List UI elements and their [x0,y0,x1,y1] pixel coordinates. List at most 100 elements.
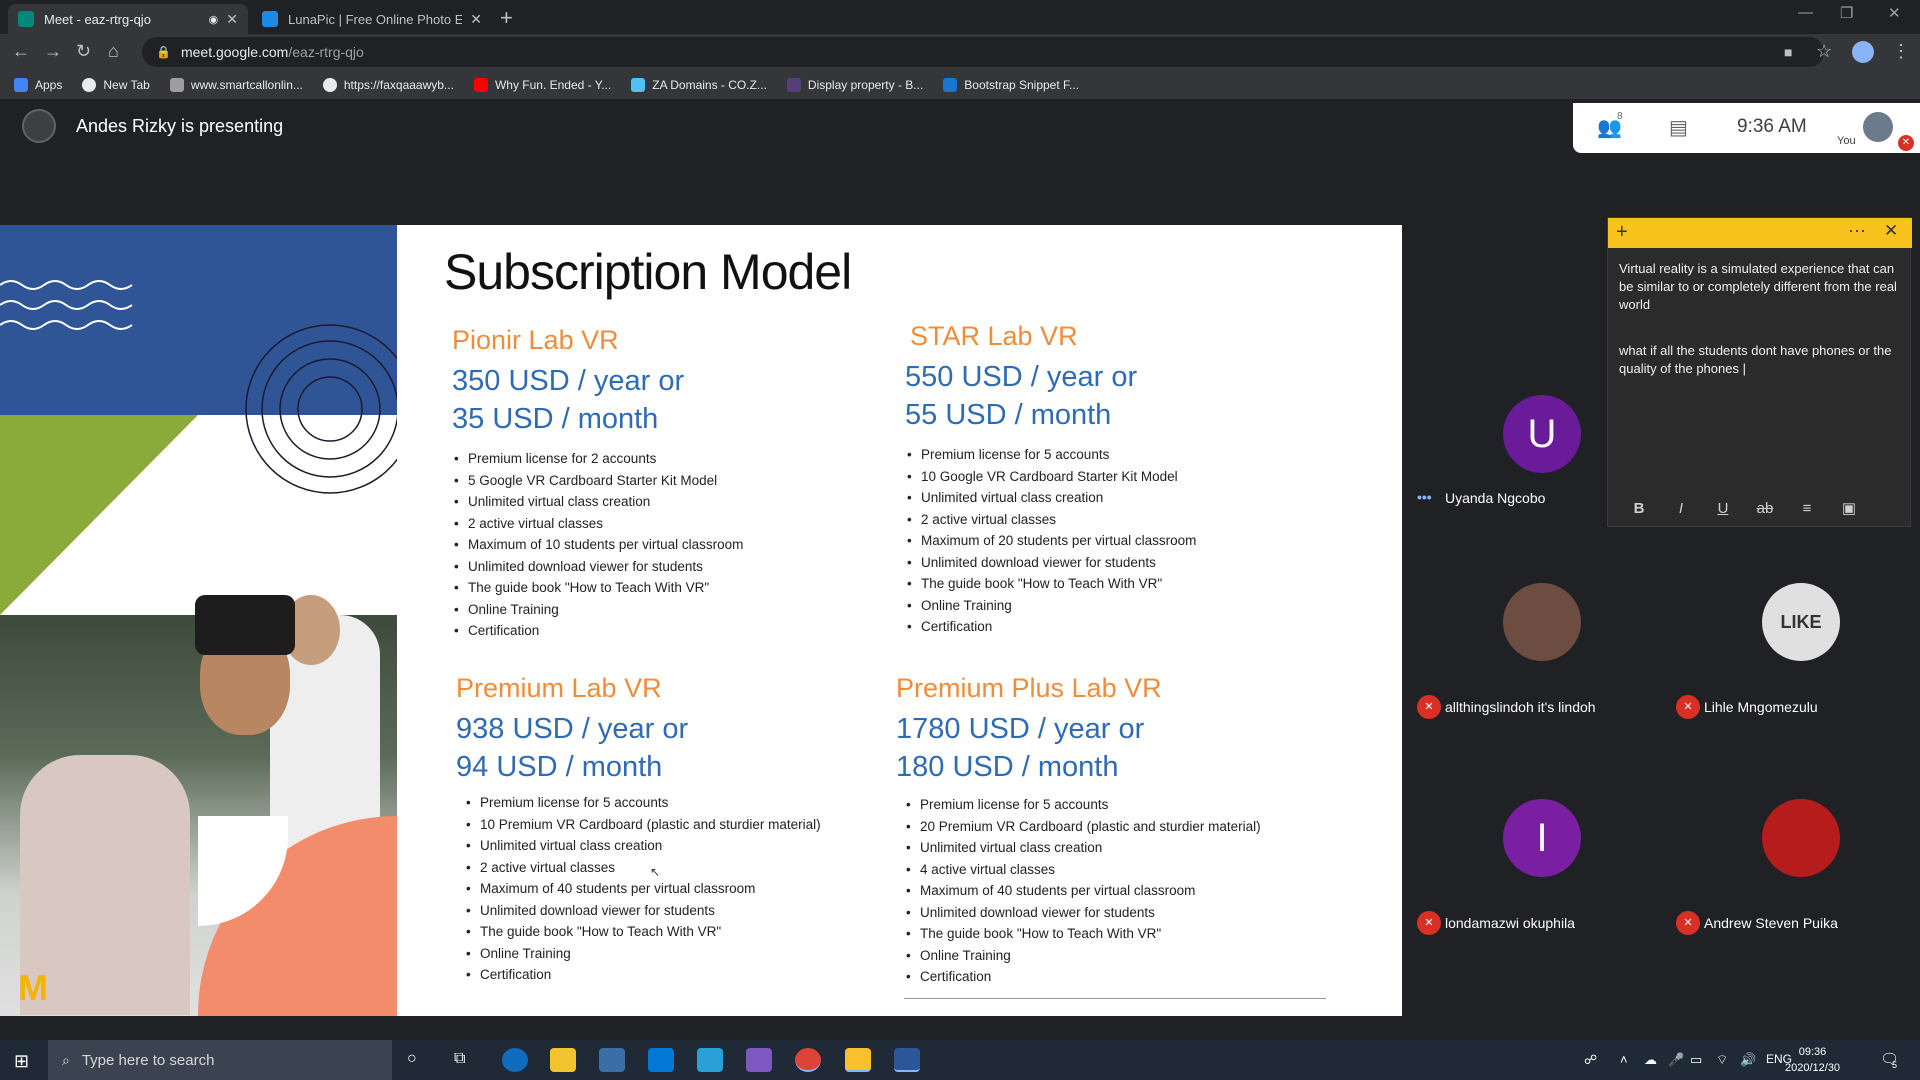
bookmark-faxq[interactable]: https://faxqaaawyb... [322,77,454,92]
chat-icon[interactable]: ▤ [1669,115,1688,140]
recording-icon: ◉ [208,13,219,26]
feature-item: Maximum of 20 students per virtual class… [905,530,1196,552]
reload-icon[interactable]: ↻ [76,41,91,62]
windows-start-icon[interactable]: ⊞ [14,1051,29,1072]
cloud-icon[interactable]: ☁ [1644,1052,1657,1068]
feature-item: Unlimited download viewer for students [904,902,1261,924]
chevron-up-icon[interactable]: ˄ [1620,1052,1628,1067]
feature-item: Certification [464,964,821,986]
underline-icon[interactable]: U [1702,500,1744,517]
forward-arrow-icon[interactable]: → [44,41,62,62]
minimize-icon[interactable]: — [1798,4,1813,21]
taskbar-clock[interactable]: 09:36 2020/12/30 [1785,1044,1840,1076]
presenter-avatar [22,109,56,143]
add-note-icon[interactable]: + [1616,221,1628,244]
bookmark-bootstrap-display[interactable]: Display property - B... [786,77,923,92]
close-tab-icon[interactable]: ✕ [226,11,238,28]
plan-price-month: 180 USD / month [896,751,1119,783]
feature-item: Unlimited download viewer for students [452,556,743,578]
close-window-icon[interactable]: ✕ [1888,4,1901,22]
plan-name: Premium Lab VR [456,673,662,703]
wifi-icon[interactable]: ⌔ [1716,1052,1728,1068]
note-body[interactable]: Virtual reality is a simulated experienc… [1619,260,1907,406]
self-avatar[interactable] [1863,112,1893,142]
participant-tile[interactable]: ✕ allthingslindoh it's lindoh [1405,571,1665,731]
bold-icon[interactable]: B [1618,500,1660,517]
feature-item: Maximum of 10 students per virtual class… [452,534,743,556]
taskbar-time: 09:36 [1798,1046,1827,1058]
home-icon[interactable]: ⌂ [108,41,119,62]
divider [904,998,1326,999]
chrome-icon[interactable] [795,1048,821,1072]
address-bar[interactable]: 🔒 meet.google.com/eaz-rtrg-qjo [142,37,1824,67]
participant-tile[interactable]: ✕ Andrew Steven Puika [1664,787,1920,947]
bookmark-smartcall[interactable]: www.smartcallonlin... [169,77,303,92]
star-icon[interactable]: ☆ [1816,41,1832,62]
plan-price-year: 550 USD / year or [905,361,1138,393]
feature-item: 10 Google VR Cardboard Starter Kit Model [905,466,1196,488]
feature-item: 10 Premium VR Cardboard (plastic and stu… [464,814,821,836]
participant-count: 8 [1617,111,1623,122]
participant-name: Andrew Steven Puika [1704,915,1838,931]
profile-avatar[interactable] [1852,41,1874,63]
volume-icon[interactable]: 🔊 [1740,1052,1756,1068]
file-explorer-icon[interactable] [550,1048,576,1072]
bookmark-za-domains[interactable]: ZA Domains - CO.Z... [631,77,767,92]
menu-icon[interactable]: ⋮ [1892,41,1910,62]
store-icon[interactable] [599,1048,625,1072]
microphone-icon[interactable]: 🎤 [1668,1052,1684,1068]
edge-icon[interactable] [502,1048,528,1072]
feature-item: Unlimited virtual class creation [904,837,1261,859]
sticky-note-header[interactable]: + ··· ✕ [1608,218,1912,248]
bookmark-apps[interactable]: Apps [14,77,62,92]
more-options-icon[interactable]: ··· [1848,220,1866,241]
cortana-icon[interactable]: ○ [407,1050,417,1068]
new-tab-button[interactable]: + [500,5,513,31]
feature-item: 2 active virtual classes [452,513,743,535]
notification-count: 5 [1892,1060,1898,1070]
bookmark-label: Bootstrap Snippet F... [964,77,1080,92]
plan-price-year: 938 USD / year or [456,713,689,745]
bookmark-new-tab[interactable]: New Tab [82,77,150,92]
plan-name: STAR Lab VR [910,321,1078,351]
image-icon[interactable]: ▣ [1828,499,1870,517]
bookmark-label: https://faxqaaawyb... [343,77,454,92]
tab-lunapic[interactable]: LunaPic | Free Online Photo Edit ✕ [252,4,492,34]
plan-premium-plus: Premium Plus Lab VR 1780 USD / year or 1… [896,673,1261,988]
apps-grid-icon [14,77,28,92]
close-icon[interactable]: ✕ [1884,221,1898,241]
back-arrow-icon[interactable]: ← [12,41,30,62]
feature-item: 20 Premium VR Cardboard (plastic and stu… [904,816,1261,838]
restore-icon[interactable]: ❐ [1840,4,1853,22]
bookmark-bootstrap-snippet[interactable]: Bootstrap Snippet F... [943,77,1080,92]
za-domains-icon [631,77,646,92]
strikethrough-icon[interactable]: ab [1744,500,1786,517]
vscode-icon[interactable] [697,1048,723,1072]
close-tab-icon[interactable]: ✕ [470,11,482,28]
battery-icon[interactable]: ▭ [1690,1052,1702,1068]
camera-blocked-icon[interactable]: ■ [1784,44,1792,60]
ring-decoration [245,324,397,494]
visual-studio-icon[interactable] [746,1048,772,1072]
italic-icon[interactable]: I [1660,500,1702,517]
sticky-notes-icon[interactable] [845,1048,871,1072]
tab-meet[interactable]: Meet - eaz-rtrg-qjo ◉ ✕ [8,4,248,34]
bookmark-youtube[interactable]: Why Fun. Ended - Y... [473,77,611,92]
taskbar-search[interactable]: ⌕ Type here to search [48,1040,392,1080]
snippet-icon [943,77,958,92]
participant-avatar [1503,583,1581,661]
participant-tile[interactable]: I ✕ londamazwi okuphila [1405,787,1665,947]
feature-item: The guide book "How to Teach With VR" [464,921,821,943]
bookmark-label: ZA Domains - CO.Z... [652,77,767,92]
mail-icon[interactable] [648,1048,674,1072]
sticky-note[interactable]: + ··· ✕ Virtual reality is a simulated e… [1607,217,1912,527]
word-icon[interactable] [894,1048,920,1072]
plan-price-year: 350 USD / year or [452,365,685,397]
task-view-icon[interactable]: ⧉ [454,1050,465,1068]
participant-avatar: I [1503,799,1581,877]
presenter-label: Andes Rizky is presenting [76,115,284,136]
bullet-list-icon[interactable]: ≡ [1786,500,1828,517]
participant-tile[interactable]: LIKE ✕ Lihle Mngomezulu [1664,571,1920,731]
feature-item: The guide book "How to Teach With VR" [904,923,1261,945]
people-tray-icon[interactable]: ☍ [1584,1052,1597,1068]
